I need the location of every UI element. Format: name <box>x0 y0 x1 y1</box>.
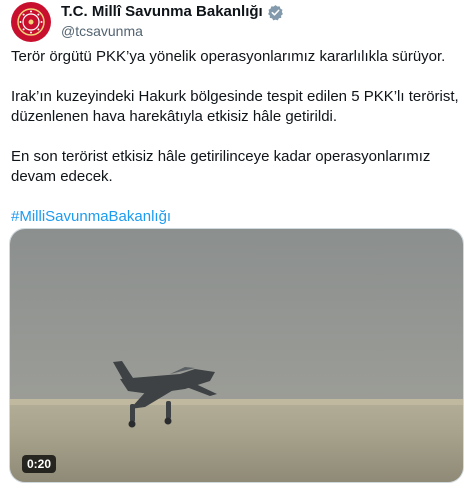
verified-badge-icon <box>267 4 284 21</box>
tweet-paragraph: En son terörist etkisiz hâle getirilince… <box>11 148 431 185</box>
tweet-paragraph: Terör örgütü PKK’ya yönelik operasyonlar… <box>11 48 446 65</box>
display-name[interactable]: T.C. Millî Savunma Bakanlığı <box>61 3 263 21</box>
tweet-card[interactable]: T.C. Millî Savunma Bakanlığı @tcsavunma … <box>0 0 470 491</box>
tweet-paragraph: Irak’ın kuzeyindeki Hakurk bölgesinde te… <box>11 88 459 125</box>
video-duration: 0:20 <box>22 455 57 473</box>
tweet-text: Terör örgütü PKK’ya yönelik operasyonlar… <box>11 47 461 247</box>
hashtag-link[interactable]: #MilliSavunmaBakanlığı <box>11 208 171 225</box>
tweet-header: T.C. Millî Savunma Bakanlığı @tcsavunma <box>11 2 284 42</box>
ministry-emblem-icon <box>17 8 45 36</box>
handle[interactable]: @tcsavunma <box>61 22 284 40</box>
avatar[interactable] <box>11 2 51 42</box>
video-thumbnail <box>10 229 463 482</box>
video-player[interactable]: 0:20 <box>9 228 464 483</box>
